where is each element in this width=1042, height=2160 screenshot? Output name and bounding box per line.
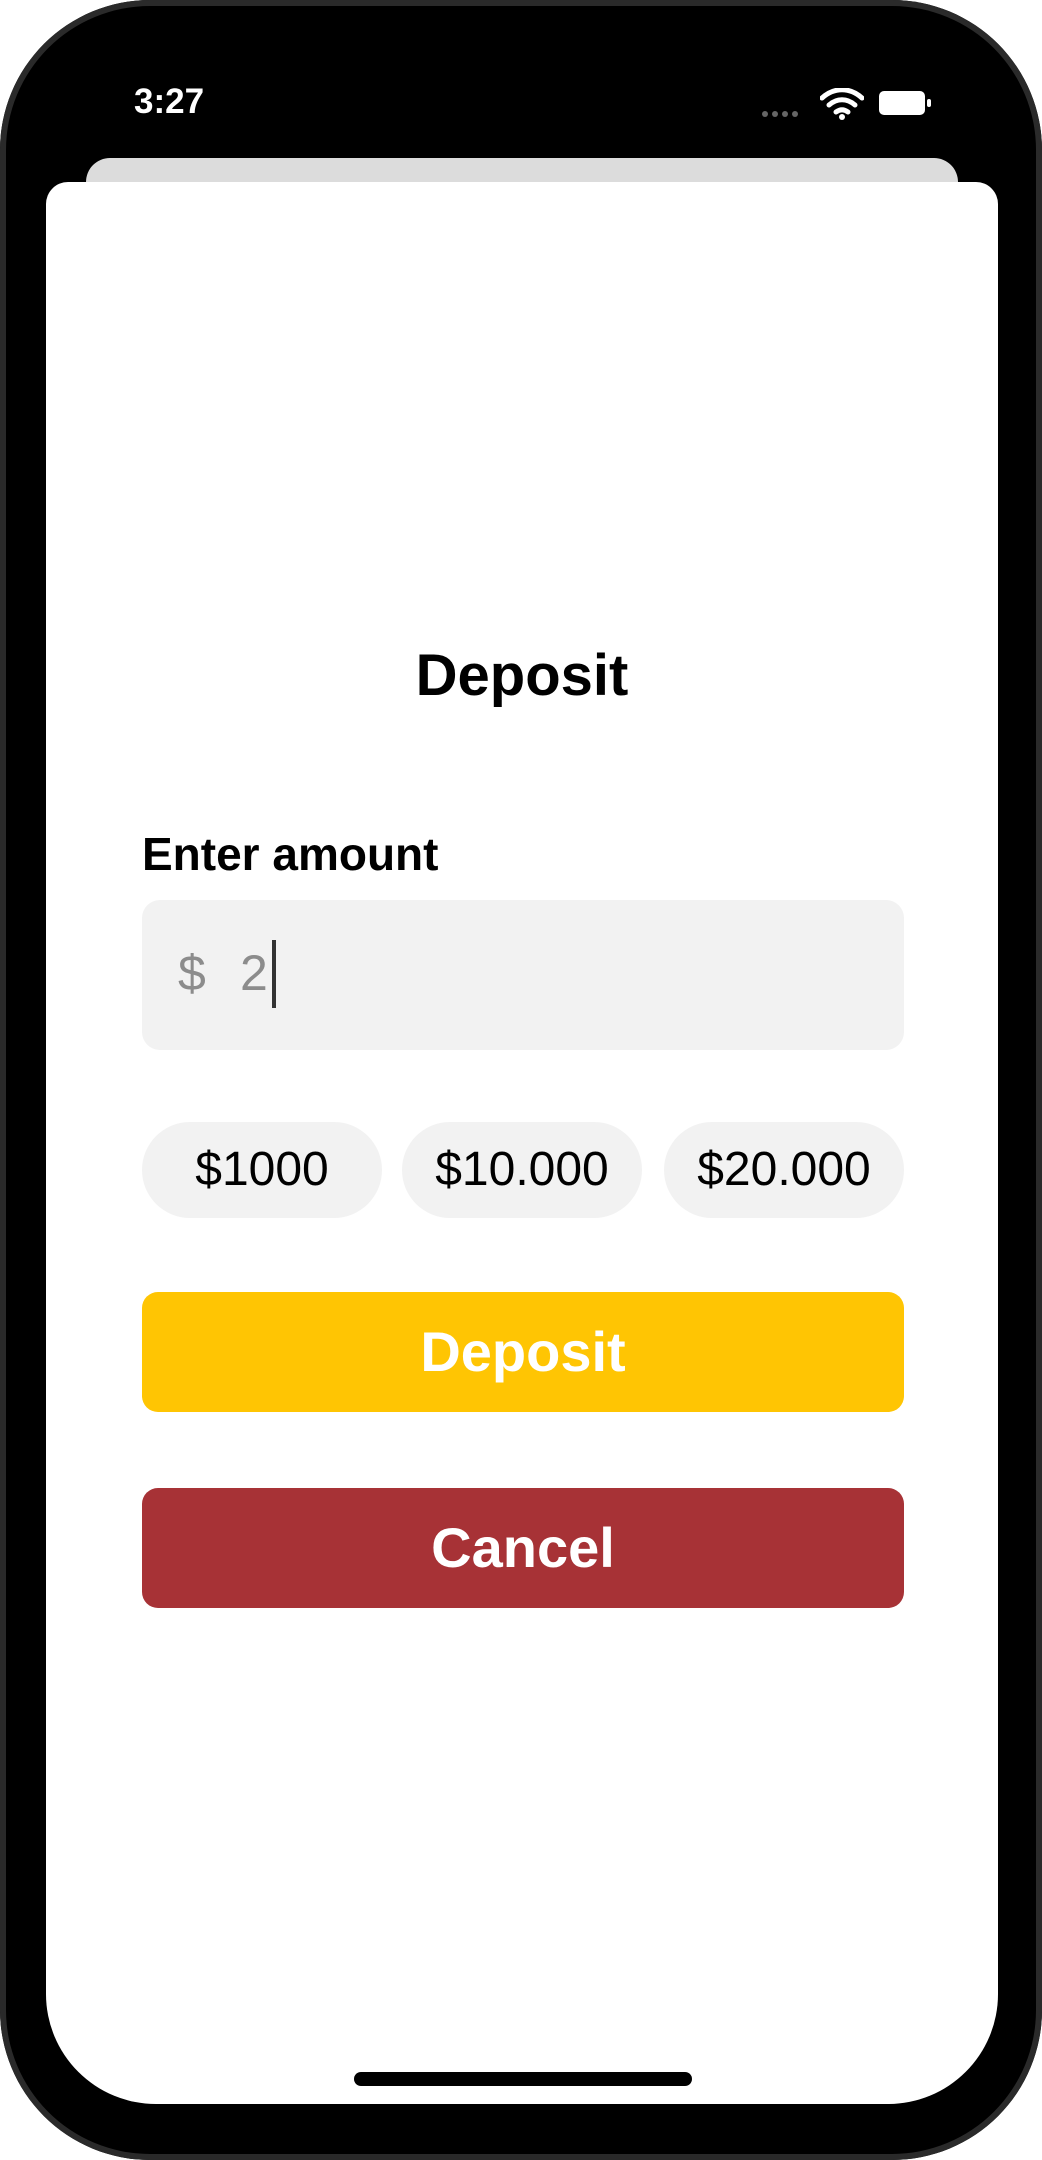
wifi-icon	[820, 88, 864, 120]
home-indicator[interactable]	[354, 2072, 692, 2086]
phone-frame: 3:27 Deposit Enter amount $ 2 $1000 $10.…	[0, 0, 1042, 2160]
deposit-title: Deposit	[415, 643, 629, 708]
deposit-sheet: Deposit Enter amount $ 2 $1000 $10.000 $…	[46, 182, 998, 2104]
battery-icon	[879, 91, 931, 115]
signal-dots-icon	[762, 104, 806, 117]
amount-value: 2	[240, 945, 268, 1001]
quick-amount-20000[interactable]: $20.000	[664, 1122, 904, 1218]
status-time: 3:27	[134, 82, 205, 121]
screen: 3:27 Deposit Enter amount $ 2 $1000 $10.…	[0, 0, 1042, 2160]
amount-input[interactable]: $ 2	[142, 900, 904, 1050]
text-caret	[272, 940, 276, 1008]
deposit-button[interactable]: Deposit	[142, 1292, 904, 1412]
amount-label: Enter amount	[142, 828, 439, 880]
cancel-button[interactable]: Cancel	[142, 1488, 904, 1608]
quick-amount-10000[interactable]: $10.000	[402, 1122, 642, 1218]
status-icons	[762, 88, 952, 120]
currency-symbol: $	[178, 945, 206, 1001]
quick-amount-1000[interactable]: $1000	[142, 1122, 382, 1218]
